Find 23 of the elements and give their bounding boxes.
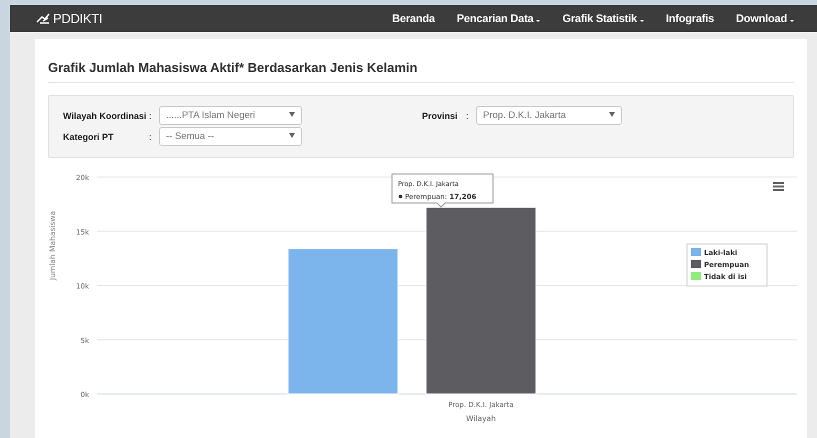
bullet-icon: [398, 194, 402, 198]
caret-icon: [289, 133, 295, 138]
brand-name: PDDIKTI: [53, 11, 102, 26]
filter-label: Wilayah Koordinasi: [63, 110, 148, 120]
bar[interactable]: [426, 206, 536, 394]
caret-icon: [609, 112, 615, 117]
menu-icon[interactable]: [773, 182, 784, 191]
dropdown-field[interactable]: -- Semua --: [159, 127, 302, 146]
filter-label: Provinsi: [422, 110, 459, 120]
dropdown-field[interactable]: Prop. D.K.I. Jakarta: [476, 106, 622, 125]
colon-separator: :: [466, 110, 470, 120]
dropdown-field[interactable]: ......PTA Islam Negeri: [159, 106, 302, 125]
colon-separator: :: [149, 110, 153, 120]
page-title: Grafik Jumlah Mahasiswa Aktif* Berdasarkan Jenis Kelamin: [48, 39, 794, 83]
logo-icon: [36, 13, 50, 24]
filter-label: Kategori PT: [63, 132, 115, 142]
nav-link[interactable]: Infografis: [654, 12, 726, 24]
nav-link[interactable]: Download: [725, 12, 805, 24]
nav-link[interactable]: Beranda: [381, 12, 446, 24]
caret-icon: [289, 112, 295, 117]
nav-link[interactable]: Grafik Statistik: [551, 12, 655, 24]
nav-link[interactable]: Pencarian Data: [446, 12, 552, 24]
colon-separator: :: [149, 132, 153, 142]
